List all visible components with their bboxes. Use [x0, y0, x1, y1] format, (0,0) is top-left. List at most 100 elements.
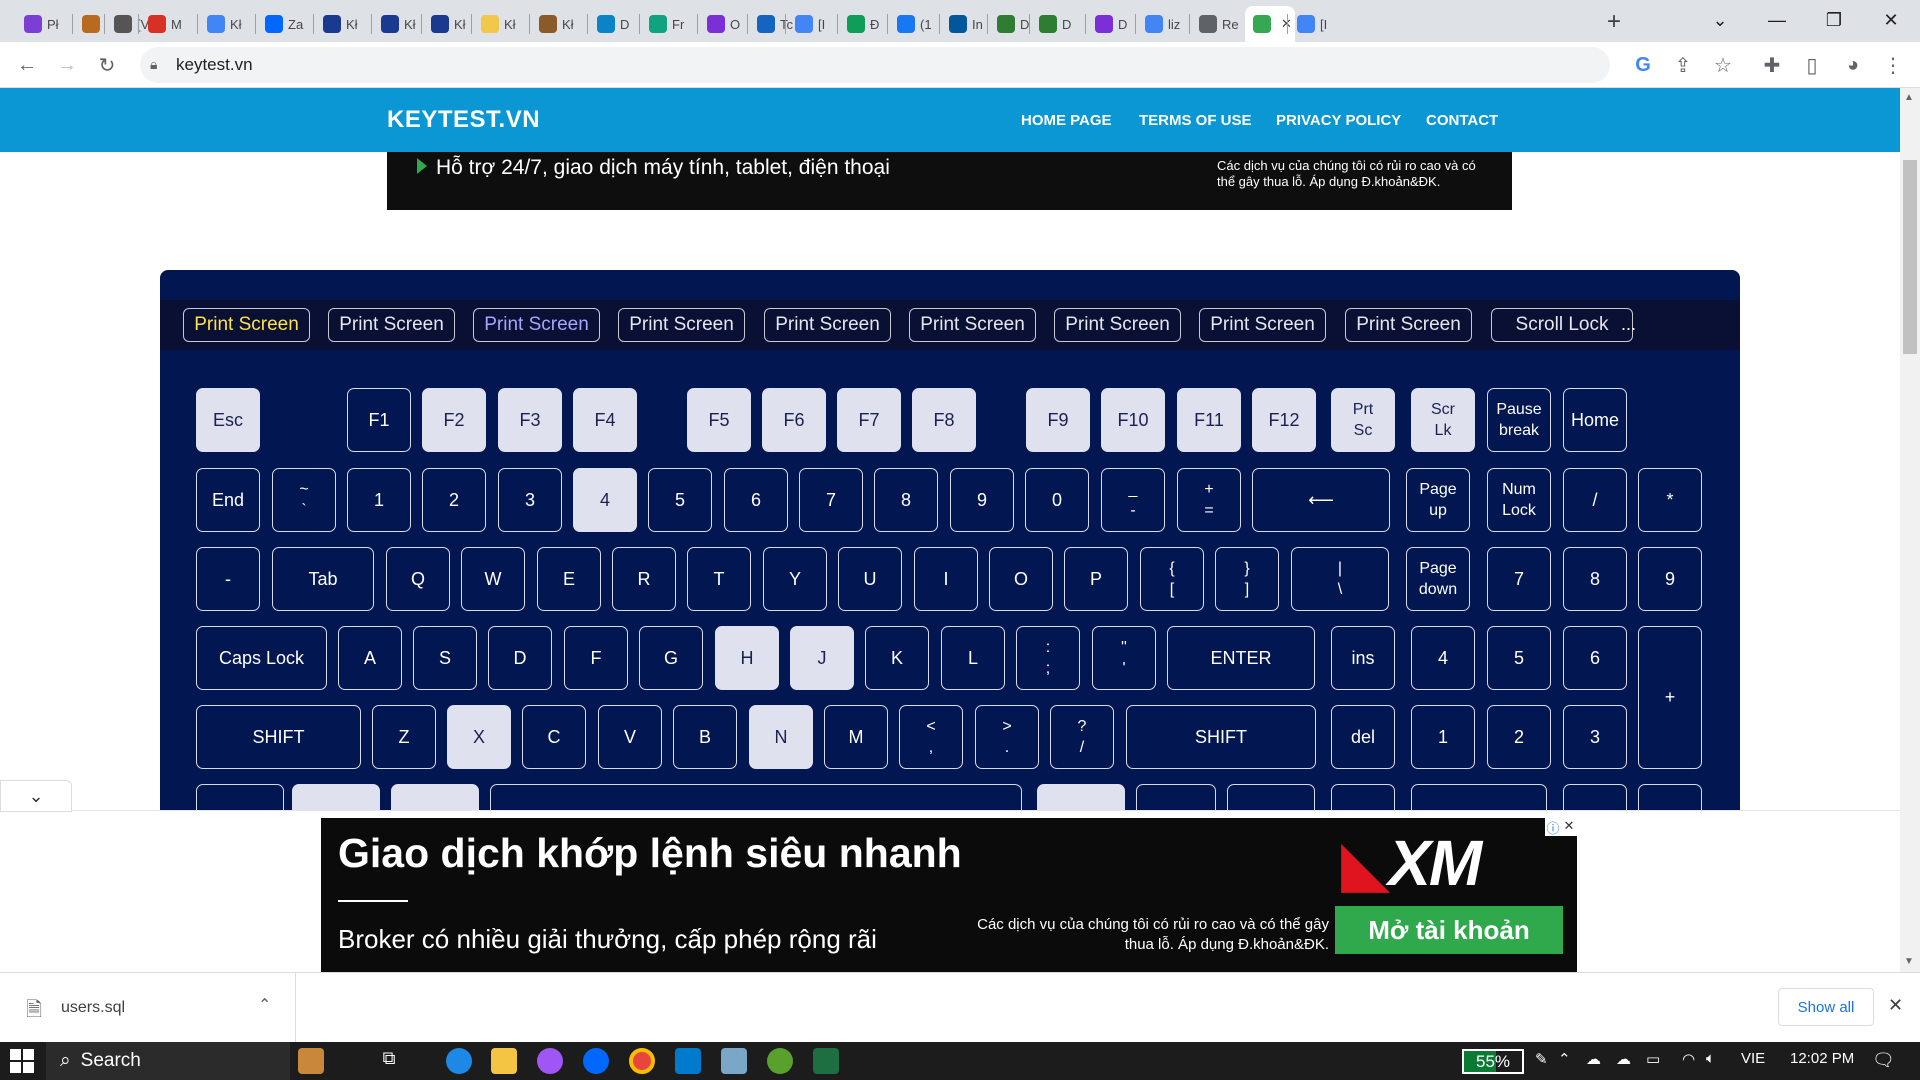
nav-contact[interactable]: CONTACT: [1426, 112, 1498, 129]
keyboard-key[interactable]: D: [488, 626, 552, 690]
cloud-sync-icon[interactable]: ☁: [1616, 1050, 1631, 1068]
browser-tab[interactable]: Kł: [423, 6, 475, 42]
keyboard-key[interactable]: ? /: [1050, 705, 1114, 769]
keyboard-key[interactable]: V: [598, 705, 662, 769]
keyboard-key-partial[interactable]: [1411, 784, 1547, 810]
keyboard-key[interactable]: 2: [1487, 705, 1551, 769]
ad-cta-button[interactable]: Mở tài khoản: [1335, 906, 1563, 954]
keyboard-key[interactable]: 6: [724, 468, 788, 532]
edge-icon[interactable]: [446, 1048, 472, 1074]
keyboard-key[interactable]: 4: [573, 468, 637, 532]
keyboard-key[interactable]: } ]: [1215, 547, 1279, 611]
keyboard-key[interactable]: T: [687, 547, 751, 611]
keyboard-key[interactable]: F4: [573, 388, 637, 452]
keyboard-key[interactable]: F6: [762, 388, 826, 452]
keyboard-key[interactable]: 2: [422, 468, 486, 532]
browser-tab[interactable]: (1: [889, 6, 941, 42]
back-arrow-icon[interactable]: ←: [12, 50, 42, 80]
task-view-icon[interactable]: ⧉: [376, 1048, 402, 1074]
keyboard-key[interactable]: F8: [912, 388, 976, 452]
battery-tray-icon[interactable]: ▭: [1646, 1050, 1660, 1068]
keyboard-key[interactable]: 8: [1563, 547, 1627, 611]
browser-tab[interactable]: M: [140, 6, 192, 42]
chevron-up-icon[interactable]: ⌃: [258, 995, 271, 1015]
google-lens-icon[interactable]: G: [1628, 50, 1658, 80]
keyboard-key[interactable]: R: [612, 547, 676, 611]
keyboard-key[interactable]: : ;: [1016, 626, 1080, 690]
share-icon[interactable]: ⇪: [1668, 50, 1698, 80]
close-shelf-icon[interactable]: ✕: [1888, 995, 1903, 1016]
keyboard-key[interactable]: 0: [1025, 468, 1089, 532]
app-icon[interactable]: [721, 1048, 747, 1074]
keyboard-key[interactable]: 7: [799, 468, 863, 532]
collapse-ad-button[interactable]: ⌄: [0, 780, 72, 812]
nav-home[interactable]: HOME PAGE: [1021, 112, 1112, 129]
keyboard-key[interactable]: Page down: [1406, 547, 1470, 611]
keyboard-key[interactable]: W: [461, 547, 525, 611]
nav-privacy[interactable]: PRIVACY POLICY: [1276, 112, 1401, 129]
restore-button[interactable]: ❐: [1809, 0, 1859, 40]
browser-tab[interactable]: In: [941, 6, 993, 42]
keyboard-key[interactable]: F7: [837, 388, 901, 452]
browser-tab[interactable]: D: [1031, 6, 1083, 42]
keyboard-key[interactable]: > .: [975, 705, 1039, 769]
keyboard-key[interactable]: Prt Sc: [1331, 388, 1395, 452]
taskbar-search[interactable]: ⌕ Search: [46, 1042, 290, 1080]
keyboard-key[interactable]: Page up: [1406, 468, 1470, 532]
keyboard-key[interactable]: { [: [1140, 547, 1204, 611]
keyboard-key[interactable]: -: [196, 547, 260, 611]
keyboard-key[interactable]: Esc: [196, 388, 260, 452]
keyboard-key[interactable]: N: [749, 705, 813, 769]
keyboard-key-partial[interactable]: [391, 784, 479, 810]
keyboard-key[interactable]: del: [1331, 705, 1395, 769]
scroll-down-icon[interactable]: ▼: [1904, 956, 1914, 967]
show-all-button[interactable]: Show all: [1778, 988, 1874, 1026]
keyboard-key[interactable]: J: [790, 626, 854, 690]
browser-tab[interactable]: Re: [1191, 6, 1243, 42]
volume-icon[interactable]: 🔈︎: [1706, 1050, 1715, 1067]
browser-tab[interactable]: Kł: [199, 6, 251, 42]
keyboard-key[interactable]: F1: [347, 388, 411, 452]
keyboard-key[interactable]: SHIFT: [196, 705, 361, 769]
browser-tab[interactable]: Fr: [641, 6, 693, 42]
keyboard-key[interactable]: C: [522, 705, 586, 769]
keyboard-key[interactable]: + =: [1177, 468, 1241, 532]
keyboard-key[interactable]: 4: [1411, 626, 1475, 690]
browser-tab[interactable]: Za: [257, 6, 309, 42]
browser-tab[interactable]: Pł: [16, 6, 68, 42]
keyboard-key[interactable]: < ,: [899, 705, 963, 769]
browser-tab[interactable]: Kł: [373, 6, 425, 42]
keyboard-key[interactable]: Pause break: [1487, 388, 1551, 452]
keyboard-key-partial[interactable]: [1331, 784, 1395, 810]
keyboard-key[interactable]: P: [1064, 547, 1128, 611]
vscode-icon[interactable]: [675, 1048, 701, 1074]
keyboard-key[interactable]: 9: [950, 468, 1014, 532]
browser-tab[interactable]: liz: [1137, 6, 1189, 42]
keyboard-key[interactable]: 1: [1411, 705, 1475, 769]
keyboard-key-partial[interactable]: [1136, 784, 1216, 810]
close-icon[interactable]: ✕: [1561, 818, 1577, 836]
keyboard-key[interactable]: 5: [648, 468, 712, 532]
keyboard-key[interactable]: | \: [1291, 547, 1389, 611]
messenger-icon[interactable]: [537, 1048, 563, 1074]
tab-search-icon[interactable]: ⌄: [1695, 0, 1745, 40]
keyboard-key[interactable]: ENTER: [1167, 626, 1315, 690]
keyboard-key[interactable]: SHIFT: [1126, 705, 1316, 769]
keyboard-key[interactable]: B: [673, 705, 737, 769]
keyboard-key[interactable]: 8: [874, 468, 938, 532]
keyboard-key[interactable]: ~ `: [272, 468, 336, 532]
keyboard-key[interactable]: *: [1638, 468, 1702, 532]
browser-tab[interactable]: D: [1087, 6, 1139, 42]
ad-info-icon[interactable]: ⓘ: [1545, 818, 1561, 836]
weather-widget-icon[interactable]: [298, 1048, 324, 1074]
keyboard-key[interactable]: F2: [422, 388, 486, 452]
keyboard-key-partial[interactable]: [292, 784, 380, 810]
keyboard-key[interactable]: Tab: [272, 547, 374, 611]
keyboard-key-partial[interactable]: [196, 784, 284, 810]
lock-icon[interactable]: 🔒︎: [150, 56, 157, 73]
keyboard-key[interactable]: F10: [1101, 388, 1165, 452]
keyboard-key-partial[interactable]: [1563, 784, 1627, 810]
browser-tab[interactable]: [I: [1289, 6, 1341, 42]
keyboard-key[interactable]: A: [338, 626, 402, 690]
browser-tab[interactable]: O: [699, 6, 751, 42]
